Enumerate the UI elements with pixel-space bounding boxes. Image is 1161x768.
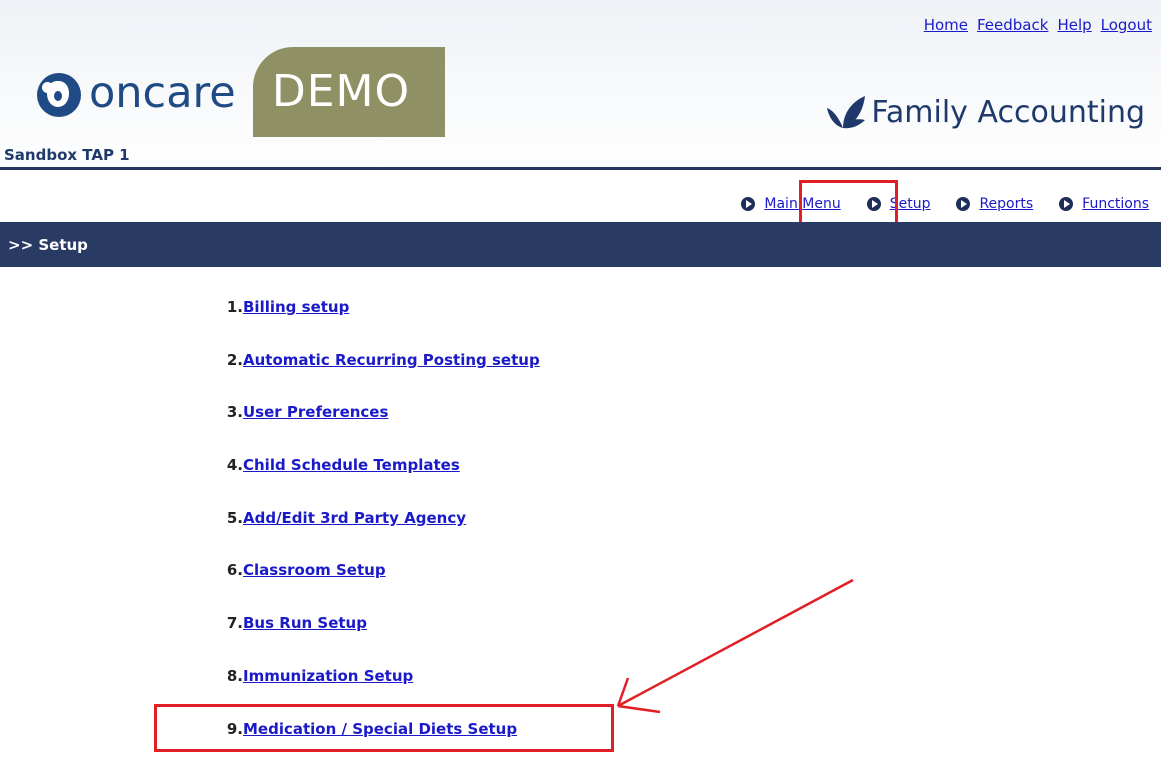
koala-icon (37, 73, 81, 117)
user-preferences-link[interactable]: User Preferences (243, 403, 388, 421)
item-number: 7. (226, 614, 243, 633)
logout-link[interactable]: Logout (1101, 16, 1152, 34)
section-header-bar: >> Setup (0, 222, 1161, 267)
setup-list: 1. Billing setup 2. Automatic Recurring … (208, 298, 540, 768)
recurring-posting-link[interactable]: Automatic Recurring Posting setup (243, 351, 540, 369)
nav-item-reports[interactable]: Reports (956, 196, 1033, 212)
logo-brand-text: oncare (89, 68, 236, 118)
item-number: 5. (226, 508, 243, 527)
page: Home Feedback Help Logout oncare DEMO Fa… (0, 0, 1161, 768)
child-schedule-templates-link[interactable]: Child Schedule Templates (243, 456, 460, 474)
demo-badge: DEMO (253, 47, 445, 137)
oncare-logo: oncare DEMO (37, 47, 445, 137)
item-number: 4. (226, 456, 243, 475)
medication-highlight-box (154, 704, 614, 752)
top-links: Home Feedback Help Logout (924, 16, 1152, 34)
setup-item-classroom: 6. Classroom Setup (208, 561, 540, 614)
setup-item-child-schedule: 4. Child Schedule Templates (208, 456, 540, 509)
setup-item-recurring-posting: 2. Automatic Recurring Posting setup (208, 351, 540, 404)
setup-item-third-party-agency: 5. Add/Edit 3rd Party Agency (208, 509, 540, 562)
item-number: 1. (226, 298, 243, 316)
organization-name: Sandbox TAP 1 (4, 146, 130, 164)
bus-run-setup-link[interactable]: Bus Run Setup (243, 614, 367, 632)
setup-item-billing: 1. Billing setup (208, 298, 540, 351)
nav-item-functions[interactable]: Functions (1059, 196, 1149, 212)
section-title: >> Setup (8, 236, 88, 254)
feedback-link[interactable]: Feedback (977, 16, 1048, 34)
third-party-agency-link[interactable]: Add/Edit 3rd Party Agency (243, 509, 466, 527)
demo-badge-label: DEMO (271, 66, 411, 117)
nav-functions-link[interactable]: Functions (1082, 196, 1149, 212)
item-number: 8. (226, 666, 243, 685)
item-number: 2. (226, 350, 243, 369)
header-divider (0, 167, 1161, 170)
home-link[interactable]: Home (924, 16, 968, 34)
billing-setup-link[interactable]: Billing setup (243, 298, 349, 316)
product-name: Family Accounting (871, 94, 1145, 130)
item-number: 3. (226, 403, 243, 422)
play-circle-icon (1059, 197, 1074, 211)
leaf-icon (827, 96, 866, 129)
play-circle-icon (741, 197, 756, 211)
setup-item-bus-run: 7. Bus Run Setup (208, 614, 540, 667)
play-circle-icon (956, 197, 971, 211)
product-brand: Family Accounting (825, 94, 1145, 130)
nav-reports-link[interactable]: Reports (979, 196, 1033, 212)
help-link[interactable]: Help (1057, 16, 1091, 34)
classroom-setup-link[interactable]: Classroom Setup (243, 561, 386, 579)
item-number: 6. (226, 561, 243, 580)
setup-item-user-preferences: 3. User Preferences (208, 403, 540, 456)
immunization-setup-link[interactable]: Immunization Setup (243, 667, 413, 685)
